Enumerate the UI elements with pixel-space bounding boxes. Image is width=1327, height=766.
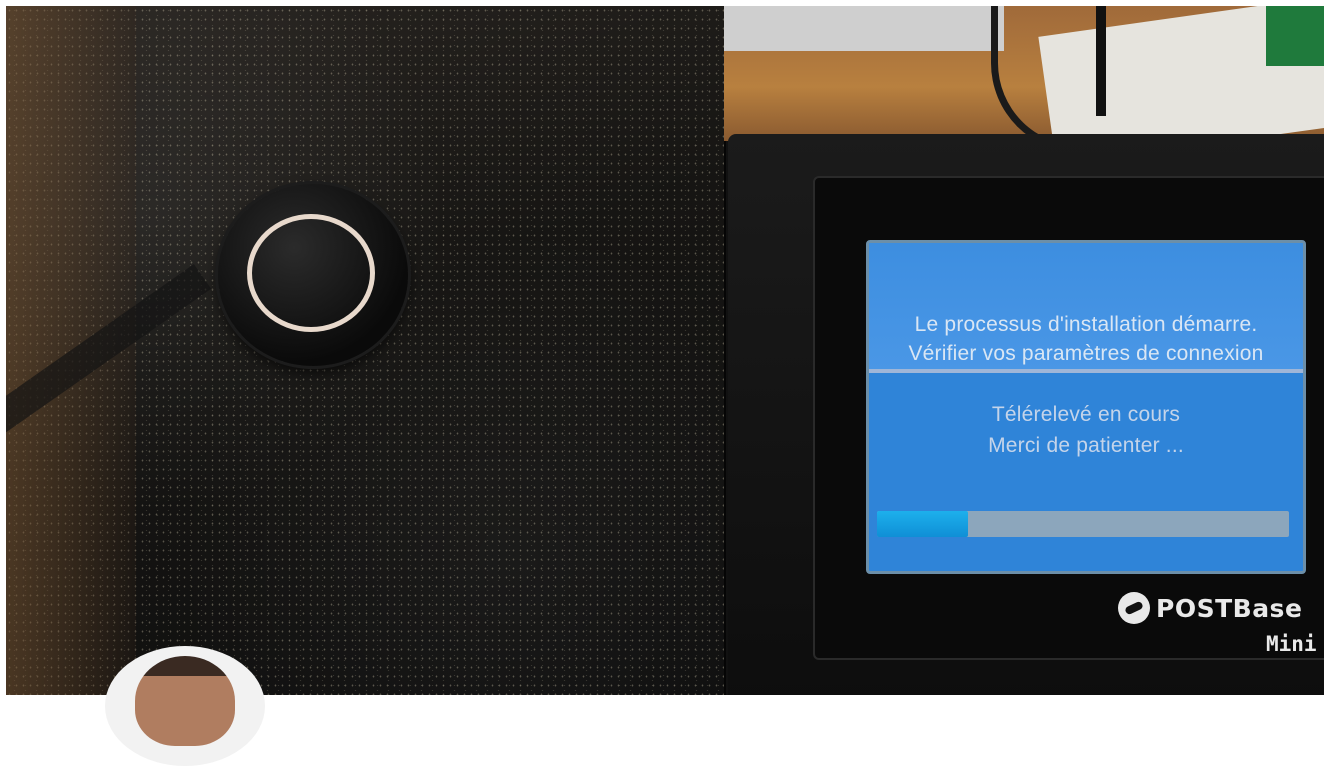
brand-logo: POSTBase	[1118, 590, 1302, 626]
brand-model: Mini	[1266, 632, 1317, 656]
device-screen: Le processus d'installation démarre. Vér…	[866, 240, 1306, 574]
avatar	[105, 646, 265, 766]
postbase-logo-icon	[1118, 592, 1150, 624]
power-cable-2	[1096, 6, 1106, 116]
header-line-2: Vérifier vos paramètres de connexion	[908, 342, 1264, 365]
screen-divider	[869, 369, 1303, 373]
status-line-1: Télérelevé en cours	[991, 403, 1181, 426]
background-wall	[724, 6, 1004, 51]
device-top-surface	[6, 6, 726, 695]
green-object	[1266, 6, 1324, 66]
header-line-1: Le processus d'installation démarre.	[914, 313, 1258, 336]
progress-bar	[877, 511, 1289, 537]
progress-fill	[877, 511, 968, 537]
brand-name: POSTBase	[1156, 593, 1303, 623]
power-icon	[247, 214, 375, 332]
avatar-face	[135, 656, 235, 746]
status-line-2: Merci de patienter ...	[988, 434, 1184, 457]
power-button[interactable]	[218, 184, 408, 366]
